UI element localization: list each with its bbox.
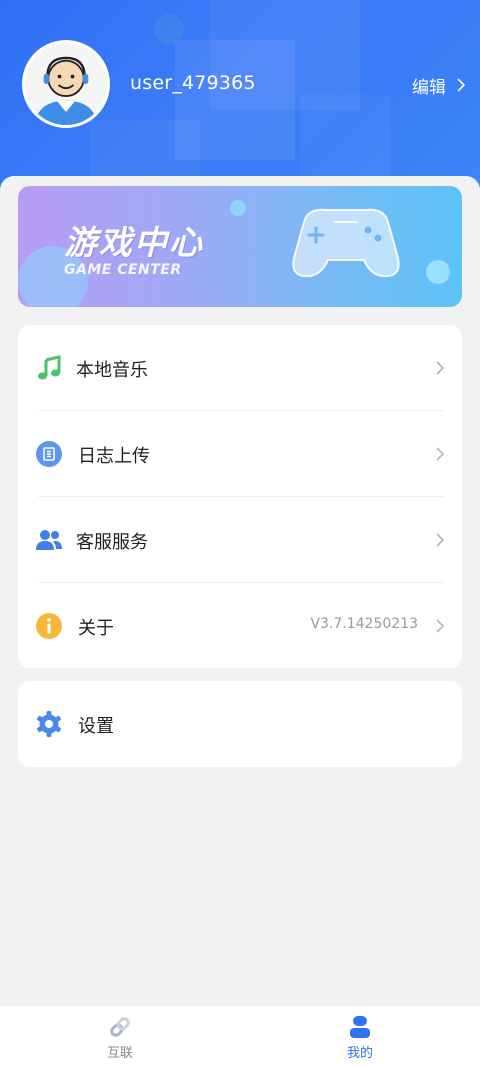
- banner-subtitle: GAME CENTER: [64, 262, 182, 278]
- decor-bubble: [426, 260, 450, 284]
- game-center-banner[interactable]: 游戏中心 GAME CENTER: [18, 186, 462, 307]
- main-content: 游戏中心 GAME CENTER 本地音乐 日志上传 客服服务 关于 V3.7.…: [0, 176, 480, 1005]
- menu-item-label: 本地音乐: [76, 360, 148, 381]
- bottom-tab-bar: 互联 我的: [0, 1005, 480, 1066]
- robot-mascot-icon: [154, 14, 184, 44]
- link-icon: [110, 1017, 130, 1037]
- profile-header: user_479365 编辑: [0, 0, 480, 200]
- app-version: V3.7.14250213: [310, 616, 418, 632]
- settings-card: 设置: [18, 681, 462, 767]
- banner-title: 游戏中心: [64, 223, 204, 262]
- menu-card: 本地音乐 日志上传 客服服务 关于 V3.7.14250213: [18, 325, 462, 668]
- profile-icon: [350, 1016, 370, 1038]
- gear-icon: [37, 711, 61, 737]
- gamepad-icon: [292, 208, 400, 278]
- menu-item-label: 关于: [78, 618, 114, 639]
- menu-item-log-upload[interactable]: 日志上传: [18, 411, 462, 497]
- menu-item-settings[interactable]: 设置: [18, 681, 462, 767]
- chevron-right-icon: [436, 361, 445, 375]
- menu-item-label: 日志上传: [78, 446, 150, 467]
- menu-item-about[interactable]: 关于 V3.7.14250213: [18, 583, 462, 669]
- edit-label: 编辑: [412, 77, 446, 98]
- avatar[interactable]: [22, 40, 110, 128]
- chevron-right-icon: [436, 447, 445, 461]
- header-decor-cube: [300, 95, 390, 185]
- tab-label: 我的: [346, 1046, 373, 1061]
- menu-item-local-music[interactable]: 本地音乐: [18, 325, 462, 411]
- customer-service-icon: [36, 530, 62, 550]
- music-note-icon: [38, 355, 61, 380]
- log-upload-icon: [36, 441, 62, 467]
- tab-mine[interactable]: 我的: [330, 1014, 390, 1064]
- menu-item-label: 客服服务: [76, 532, 148, 553]
- decor-bubble: [230, 200, 246, 216]
- chevron-right-icon: [436, 619, 445, 633]
- username: user_479365: [130, 72, 256, 94]
- menu-item-customer-service[interactable]: 客服服务: [18, 497, 462, 583]
- tab-label: 互联: [106, 1046, 133, 1061]
- chevron-right-icon: [457, 78, 466, 92]
- chevron-right-icon: [436, 533, 445, 547]
- tab-link[interactable]: 互联: [90, 1014, 150, 1064]
- menu-item-label: 设置: [78, 716, 114, 737]
- edit-profile-button[interactable]: 编辑: [412, 72, 466, 98]
- info-icon: [36, 613, 62, 639]
